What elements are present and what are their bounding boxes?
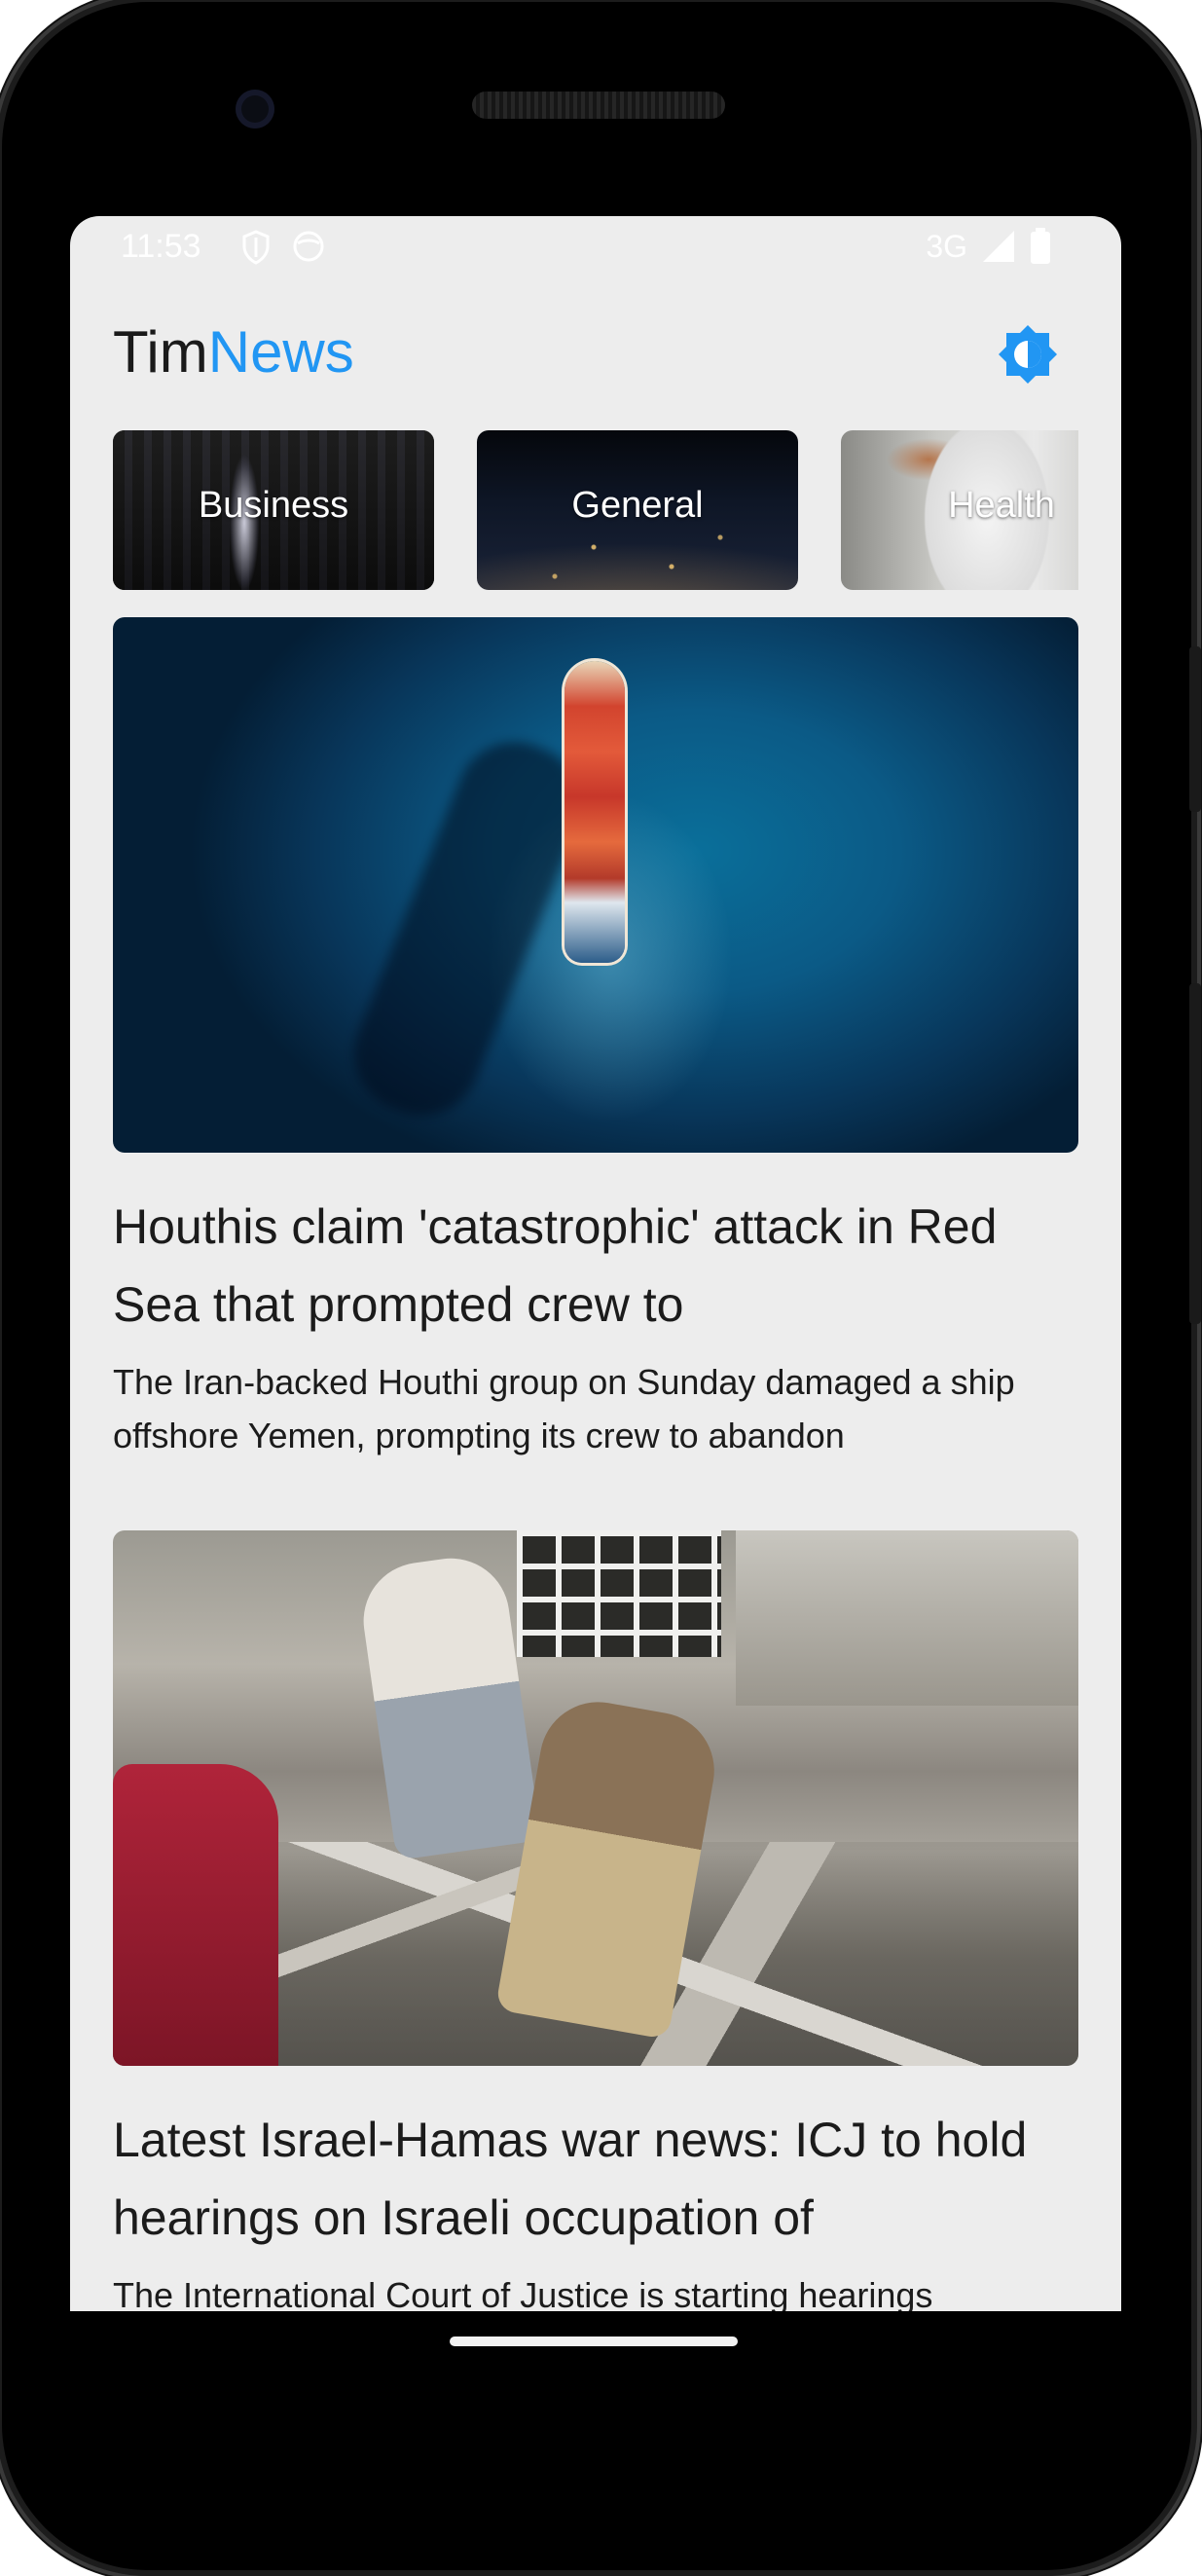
app-title-primary: Tim [113, 319, 208, 385]
red-blanket [113, 1764, 278, 2066]
article-description: The International Court of Justice is st… [113, 2275, 933, 2311]
status-time: 11:53 [121, 228, 201, 265]
home-indicator[interactable] [450, 2337, 738, 2346]
network-type: 3G [926, 228, 967, 264]
article-title: Latest Israel-Hamas war news: ICJ to hol… [113, 2113, 1028, 2245]
front-camera [236, 90, 274, 129]
face-icon [293, 231, 324, 262]
status-bar: 11:53 3G [70, 216, 1121, 280]
category-label: Business [198, 485, 349, 526]
earpiece-speaker [472, 92, 725, 119]
category-list: Business General Health [113, 430, 1078, 590]
article-title: Houthis claim 'catastrophic' attack in R… [113, 1199, 998, 1332]
phone-frame: 11:53 3G TimNews Business General Health… [2, 2, 1191, 2570]
app-title-accent: News [207, 319, 354, 385]
article-card[interactable]: Latest Israel-Hamas war news: ICJ to hol… [113, 1530, 1078, 2311]
signal-icon [983, 231, 1014, 262]
status-system-icons: 3G [926, 228, 1051, 265]
article-image [113, 617, 1078, 1153]
article-image [113, 1530, 1078, 2066]
article-description: The Iran-backed Houthi group on Sunday d… [113, 1362, 1015, 1455]
shield-icon [242, 230, 270, 265]
window-frame [517, 1530, 721, 1657]
app-title: TimNews [113, 313, 1086, 391]
category-card-general[interactable]: General [477, 430, 798, 590]
damaged-wall [736, 1530, 1078, 1706]
app-bar: TimNews [113, 313, 1086, 391]
battery-icon [1031, 228, 1050, 264]
status-notification-icons [241, 230, 325, 265]
person-figure [355, 1551, 542, 1860]
article-list: Houthis claim 'catastrophic' attack in R… [113, 617, 1078, 2311]
power-button [1189, 646, 1201, 812]
theme-toggle-button[interactable] [997, 323, 1059, 386]
category-label: Health [948, 485, 1055, 526]
article-card[interactable]: Houthis claim 'catastrophic' attack in R… [113, 617, 1078, 1462]
app-screen: 11:53 3G TimNews Business General Health… [70, 216, 1121, 2311]
brightness-icon [999, 325, 1057, 384]
ship [565, 661, 625, 963]
category-card-business[interactable]: Business [113, 430, 434, 590]
category-label: General [571, 485, 704, 526]
category-card-health[interactable]: Health [841, 430, 1078, 590]
volume-button [1189, 983, 1201, 1324]
